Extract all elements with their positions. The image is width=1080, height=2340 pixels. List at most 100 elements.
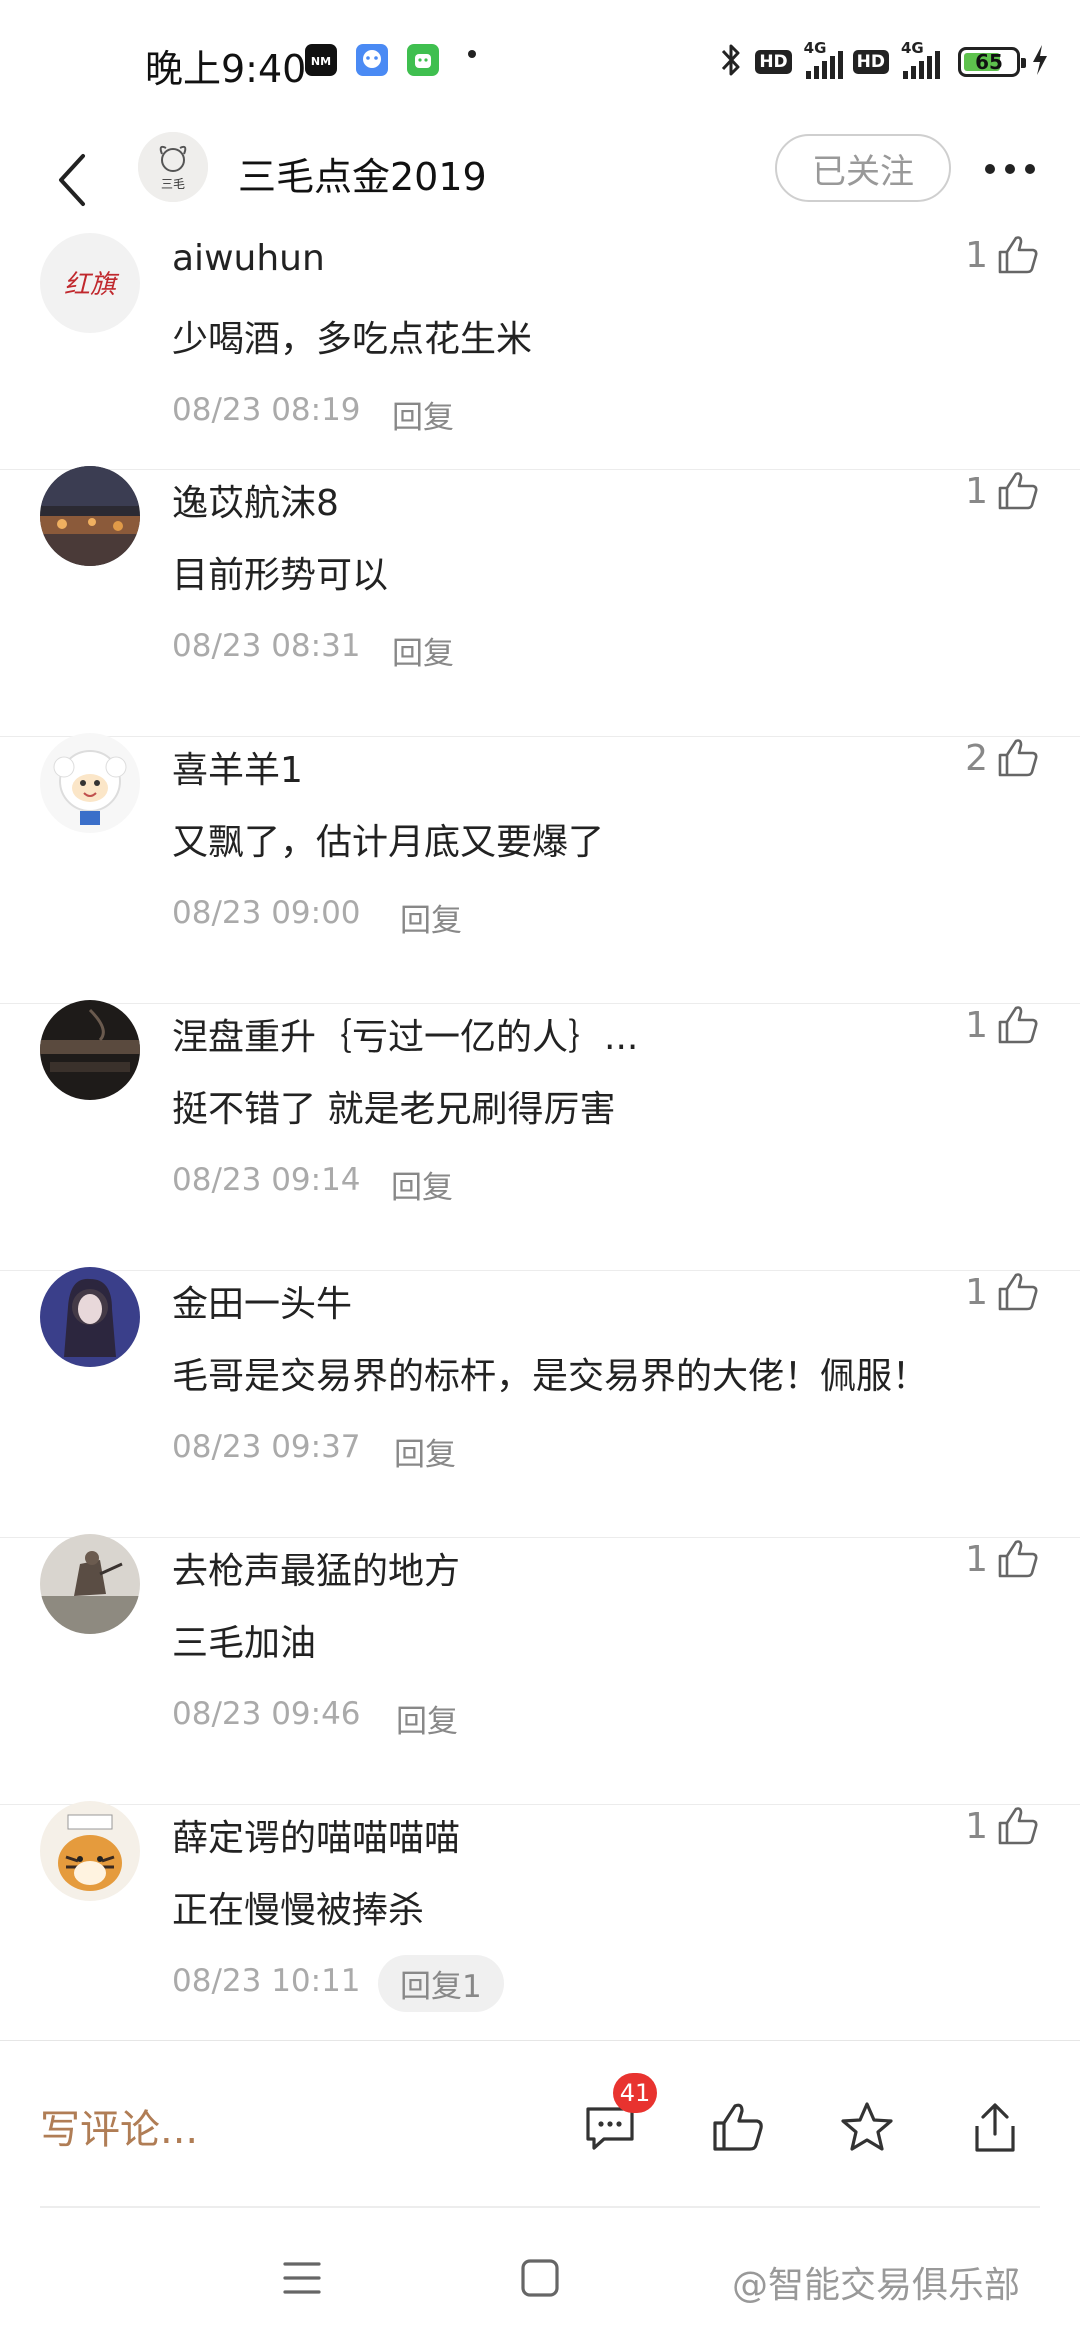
like-button[interactable]: 1: [965, 1271, 1040, 1313]
comment-username[interactable]: 薛定谔的喵喵喵喵: [172, 1809, 460, 1861]
home-nav-button[interactable]: [510, 2248, 570, 2308]
network-type-2: 4G: [901, 39, 924, 57]
comment-text: 毛哥是交易界的标杆，是交易界的大佬！佩服！: [172, 1356, 929, 1397]
comment-item: 涅盘重升｛亏过一亿的人｝... 挺不错了 就是老兄刷得厉害 08/23 09:1…: [0, 1000, 1080, 1271]
reply-button[interactable]: 回复: [392, 392, 454, 437]
comment-item: 逸苡航沫8 目前形势可以 08/23 08:31 回复 1: [0, 466, 1080, 737]
comment-username[interactable]: 逸苡航沫8: [172, 474, 339, 526]
thumbs-up-icon: [998, 1807, 1038, 1845]
charging-icon: [1030, 43, 1050, 81]
share-button[interactable]: [960, 2093, 1030, 2163]
chat-app-icon: [356, 44, 388, 76]
like-button[interactable]: 1: [965, 1004, 1040, 1046]
reply-button[interactable]: 回复: [394, 1429, 456, 1474]
user-avatar[interactable]: [40, 1000, 140, 1100]
author-name[interactable]: 三毛点金2019: [238, 146, 487, 201]
like-button[interactable]: 1: [965, 470, 1040, 512]
battery-level: 65: [975, 50, 1003, 74]
thumbs-up-icon: [998, 472, 1038, 510]
comment-time: 08/23 09:14: [172, 1162, 361, 1198]
author-avatar[interactable]: 三毛: [138, 132, 208, 202]
back-button[interactable]: [44, 138, 100, 222]
comment-text: 又飘了，估计月底又要爆了: [172, 822, 605, 863]
comments-button[interactable]: 41: [575, 2073, 657, 2163]
android-app-icon: [407, 44, 439, 76]
svg-text:NM: NM: [311, 55, 331, 68]
notification-dot-icon: [468, 50, 476, 58]
comment-username[interactable]: 涅盘重升｛亏过一亿的人｝...: [172, 1008, 638, 1060]
comment-username[interactable]: 喜羊羊1: [172, 741, 303, 793]
comment-time: 08/23 08:31: [172, 628, 361, 664]
like-count: 1: [965, 1004, 988, 1046]
star-icon: [841, 2102, 893, 2151]
comment-username[interactable]: 金田一头牛: [172, 1275, 352, 1327]
user-avatar[interactable]: [40, 1801, 140, 1901]
like-button[interactable]: 1: [965, 234, 1040, 276]
comment-username[interactable]: 去枪声最猛的地方: [172, 1542, 460, 1594]
comment-time: 08/23 10:11: [172, 1963, 361, 1999]
user-avatar[interactable]: [40, 733, 140, 833]
comment-list: 红旗 aiwuhun 少喝酒，多吃点花生米 08/23 08:19 回复 1 逸…: [0, 228, 1080, 2072]
favorite-button[interactable]: [832, 2093, 902, 2163]
write-comment-input[interactable]: 写评论...: [40, 2097, 198, 2155]
comment-item: 金田一头牛 毛哥是交易界的标杆，是交易界的大佬！佩服！ 08/23 09:37 …: [0, 1267, 1080, 1538]
network-type: 4G: [803, 39, 827, 57]
like-button[interactable]: 1: [965, 1538, 1040, 1580]
status-indicators: HD 4G HD 4G 65: [717, 39, 1050, 84]
status-time: 晚上9:40: [145, 47, 307, 91]
comment-text: 正在慢慢被捧杀: [172, 1890, 425, 1931]
comment-item: 薛定谔的喵喵喵喵 正在慢慢被捧杀 08/23 10:11 回复1 1: [0, 1801, 1080, 2072]
system-nav-bar: @智能交易俱乐部: [0, 2208, 1080, 2340]
comment-text: 少喝酒，多吃点花生米: [172, 319, 533, 360]
reply-button[interactable]: 回复: [392, 628, 454, 673]
svg-text:红旗: 红旗: [64, 270, 120, 300]
like-button[interactable]: 2: [965, 737, 1040, 779]
bluetooth-icon: [717, 40, 745, 84]
comment-count-badge: 41: [613, 2073, 657, 2113]
watermark: @智能交易俱乐部: [732, 2265, 1021, 2306]
comment-time: 08/23 08:19: [172, 392, 361, 428]
nfc-icon: NM: [305, 44, 337, 76]
like-button[interactable]: 1: [965, 1805, 1040, 1847]
reply-button[interactable]: 回复: [400, 895, 462, 940]
like-count: 2: [965, 737, 988, 779]
signal-icon: 4G: [802, 39, 843, 79]
comment-time: 08/23 09:37: [172, 1429, 361, 1465]
share-icon: [975, 2103, 1015, 2152]
battery-icon: 65: [958, 47, 1026, 77]
thumbs-up-icon: [998, 1540, 1038, 1578]
comment-text: 挺不错了 就是老兄刷得厉害: [172, 1089, 616, 1130]
like-count: 1: [965, 234, 988, 276]
menu-nav-button[interactable]: [272, 2248, 332, 2308]
home-square-icon: [521, 2259, 559, 2297]
thumbs-up-icon: [998, 739, 1038, 777]
thumbs-up-icon: [998, 1273, 1038, 1311]
comment-text: 三毛加油: [172, 1623, 317, 1664]
user-avatar[interactable]: [40, 1534, 140, 1634]
menu-icon: [283, 2262, 321, 2294]
hd-badge: HD: [755, 50, 792, 74]
status-bar: 晚上9:40 NM HD 4G HD 4G 65: [0, 0, 1080, 124]
comment-username[interactable]: aiwuhun: [172, 238, 325, 279]
user-avatar[interactable]: 红旗: [40, 233, 140, 333]
reply-button[interactable]: 回复: [391, 1162, 453, 1207]
more-options-button[interactable]: [975, 144, 1045, 194]
user-avatar[interactable]: [40, 466, 140, 566]
comment-item: 喜羊羊1 又飘了，估计月底又要爆了 08/23 09:00 回复 2: [0, 733, 1080, 1004]
follow-button[interactable]: 已关注: [775, 134, 951, 202]
like-post-button[interactable]: [703, 2093, 773, 2163]
svg-text:三毛: 三毛: [161, 177, 185, 191]
thumbs-up-icon: [998, 236, 1038, 274]
back-arrow-icon: [59, 154, 85, 206]
comment-text: 目前形势可以: [172, 555, 389, 596]
comment-time: 08/23 09:00: [172, 895, 361, 931]
user-avatar[interactable]: [40, 1267, 140, 1367]
reply-button[interactable]: 回复: [396, 1696, 458, 1741]
signal-icon-2: 4G: [899, 39, 940, 79]
header: 三毛 三毛点金2019 已关注: [0, 124, 1080, 234]
comment-action-bar: 写评论... 41: [0, 2040, 1080, 2208]
like-count: 1: [965, 1538, 988, 1580]
comment-item: 去枪声最猛的地方 三毛加油 08/23 09:46 回复 1: [0, 1534, 1080, 1805]
reply-button[interactable]: 回复1: [378, 1955, 504, 2012]
hd-badge-2: HD: [852, 50, 889, 74]
